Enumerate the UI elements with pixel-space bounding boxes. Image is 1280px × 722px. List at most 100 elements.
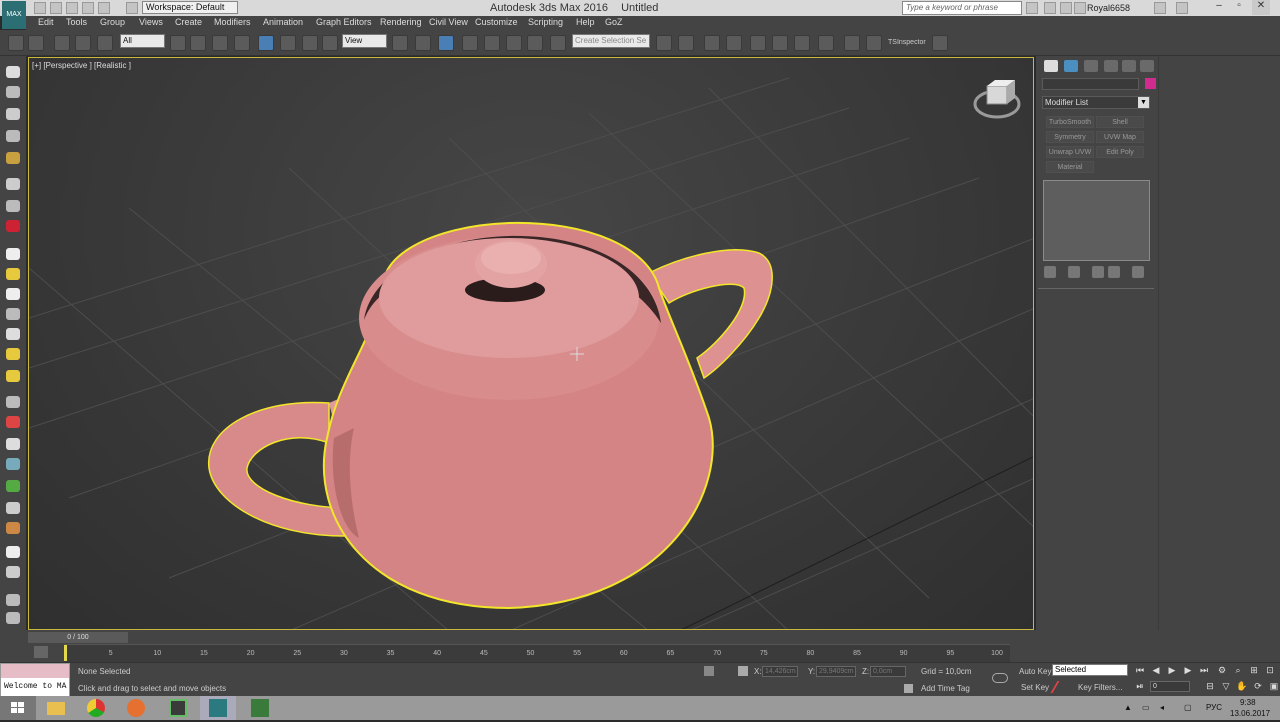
maximize-button[interactable]: ▫ [1230, 0, 1248, 15]
render-sphere-icon[interactable] [6, 546, 20, 558]
selection-filter-dropdown[interactable]: All [120, 34, 165, 48]
cloth-icon[interactable] [6, 522, 20, 534]
material-editor-icon[interactable] [818, 35, 834, 51]
z-coordinate-field[interactable]: 0,0cm [870, 666, 906, 677]
menu-animation[interactable]: Animation [263, 17, 303, 27]
time-slider[interactable]: 0 / 100 [28, 632, 128, 643]
environment-icon[interactable] [6, 458, 20, 470]
go-to-end-icon[interactable]: ⏭ [1198, 665, 1210, 677]
maximize-viewport-icon[interactable]: ⊡ [1264, 665, 1276, 677]
pan-view-icon[interactable]: ✋ [1236, 681, 1248, 693]
help-icon[interactable] [1176, 2, 1188, 14]
current-frame-field[interactable]: 0 [1150, 681, 1190, 692]
sphere-icon[interactable] [6, 268, 20, 280]
hair-icon[interactable] [6, 502, 20, 514]
scene-explorer-icon[interactable] [6, 438, 20, 450]
viewcube-icon[interactable] [973, 80, 1021, 119]
volume-icon[interactable]: ◂ [1160, 703, 1164, 712]
torus-icon[interactable] [6, 308, 20, 320]
edit-poly-button[interactable]: Edit Poly [1096, 146, 1144, 158]
unlink-icon[interactable] [75, 35, 91, 51]
workspace-dropdown[interactable]: Workspace: Default [142, 1, 238, 14]
modify-icon[interactable] [6, 86, 20, 98]
object-color-swatch[interactable] [1145, 78, 1156, 89]
modifier-stack[interactable] [1043, 180, 1150, 261]
go-to-start-icon[interactable]: ⏮ [1134, 665, 1146, 677]
orbit-icon[interactable]: ⟳ [1252, 681, 1264, 693]
pin-stack-icon[interactable] [1044, 266, 1056, 278]
viewport-scene[interactable] [29, 58, 1034, 630]
light-icon[interactable] [6, 152, 20, 164]
select-by-name-icon[interactable] [190, 35, 206, 51]
set-key-button[interactable]: Set Key [1021, 683, 1049, 692]
menu-tools[interactable]: Tools [66, 17, 87, 27]
plugin-icon[interactable] [6, 480, 20, 492]
scale-icon[interactable] [302, 35, 318, 51]
x-coordinate-field[interactable]: 14,426cm [762, 666, 798, 677]
menu-goz[interactable]: GoZ [605, 17, 623, 27]
undo-icon[interactable] [8, 35, 24, 51]
selection-region-icon[interactable] [212, 35, 228, 51]
app-logo-icon[interactable]: MAX [2, 1, 26, 29]
key-mode-icon[interactable] [992, 673, 1008, 683]
make-unique-icon[interactable] [1092, 266, 1104, 278]
named-selection-dropdown[interactable]: Create Selection Se [572, 34, 650, 48]
turbosmooth-button[interactable]: TurboSmooth [1046, 116, 1094, 128]
angle-snap-icon[interactable] [484, 35, 500, 51]
menu-civil-view[interactable]: Civil View [429, 17, 468, 27]
clock-date[interactable]: 13.06.2017 [1230, 709, 1270, 718]
mirror-icon[interactable] [656, 35, 672, 51]
search-icon[interactable] [1026, 2, 1038, 14]
hierarchy-tab-icon[interactable] [1084, 60, 1098, 72]
key-filters-button[interactable]: Key Filters... [1078, 683, 1122, 692]
edit-named-selection-icon[interactable] [550, 35, 566, 51]
windows-start-icon[interactable] [0, 696, 36, 720]
create-tab-icon[interactable] [1044, 60, 1058, 72]
redo-icon[interactable] [28, 35, 44, 51]
menu-rendering[interactable]: Rendering [380, 17, 422, 27]
camtasia-recorder-icon[interactable] [242, 696, 278, 720]
next-frame-icon[interactable]: ▶ [1182, 665, 1194, 677]
favorites-icon[interactable] [1074, 2, 1086, 14]
camera-icon[interactable] [6, 178, 20, 190]
remove-modifier-icon[interactable] [1108, 266, 1120, 278]
utilities-tab-icon[interactable] [1140, 60, 1154, 72]
motion-tab-icon[interactable] [1104, 60, 1118, 72]
user-name[interactable]: Royal6658 [1087, 3, 1130, 13]
placement-icon[interactable] [322, 35, 338, 51]
helper-icon[interactable] [6, 200, 20, 212]
layer-manager-icon[interactable] [726, 35, 742, 51]
mini-curve-editor-icon[interactable] [34, 646, 48, 658]
cone-icon[interactable] [6, 328, 20, 340]
graphite-ribbon-icon[interactable] [750, 35, 766, 51]
object-name-field[interactable] [1042, 78, 1139, 90]
tools-icon[interactable] [6, 594, 20, 606]
exchange-icon[interactable] [1154, 2, 1166, 14]
geosphere-icon[interactable] [6, 348, 20, 360]
unwrap-uvw-button[interactable]: Unwrap UVW [1046, 146, 1094, 158]
maximize-toggle-icon[interactable]: ▣ [1268, 681, 1280, 693]
camtasia-icon[interactable] [160, 696, 196, 720]
menu-graph-editors[interactable]: Graph Editors [316, 17, 372, 27]
lock-selection-icon[interactable] [704, 666, 714, 676]
reference-coordinate-dropdown[interactable]: View [342, 34, 387, 48]
undo-icon[interactable] [82, 2, 94, 14]
teapot-object[interactable] [208, 221, 773, 610]
zoom-icon[interactable]: ⌕ [1232, 665, 1244, 677]
save-icon[interactable] [66, 2, 78, 14]
percent-snap-icon[interactable] [506, 35, 522, 51]
pivot-center-icon[interactable] [392, 35, 408, 51]
hierarchy-icon[interactable] [6, 108, 20, 120]
chrome-icon[interactable] [78, 696, 114, 720]
close-button[interactable]: ✕ [1252, 0, 1270, 15]
keyboard-shortcut-override-icon[interactable] [438, 35, 454, 51]
3ds-max-taskbar-icon[interactable] [200, 696, 236, 720]
menu-customize[interactable]: Customize [475, 17, 518, 27]
select-object-icon[interactable] [170, 35, 186, 51]
spacewarp-icon[interactable] [6, 220, 20, 232]
zoom-extents-icon[interactable]: ⊟ [1204, 681, 1216, 693]
teapot-icon[interactable] [6, 370, 20, 382]
key-mode-toggle-icon[interactable]: ⏯ [1134, 681, 1146, 693]
box-icon[interactable] [6, 248, 20, 260]
project-folder-icon[interactable] [126, 2, 138, 14]
